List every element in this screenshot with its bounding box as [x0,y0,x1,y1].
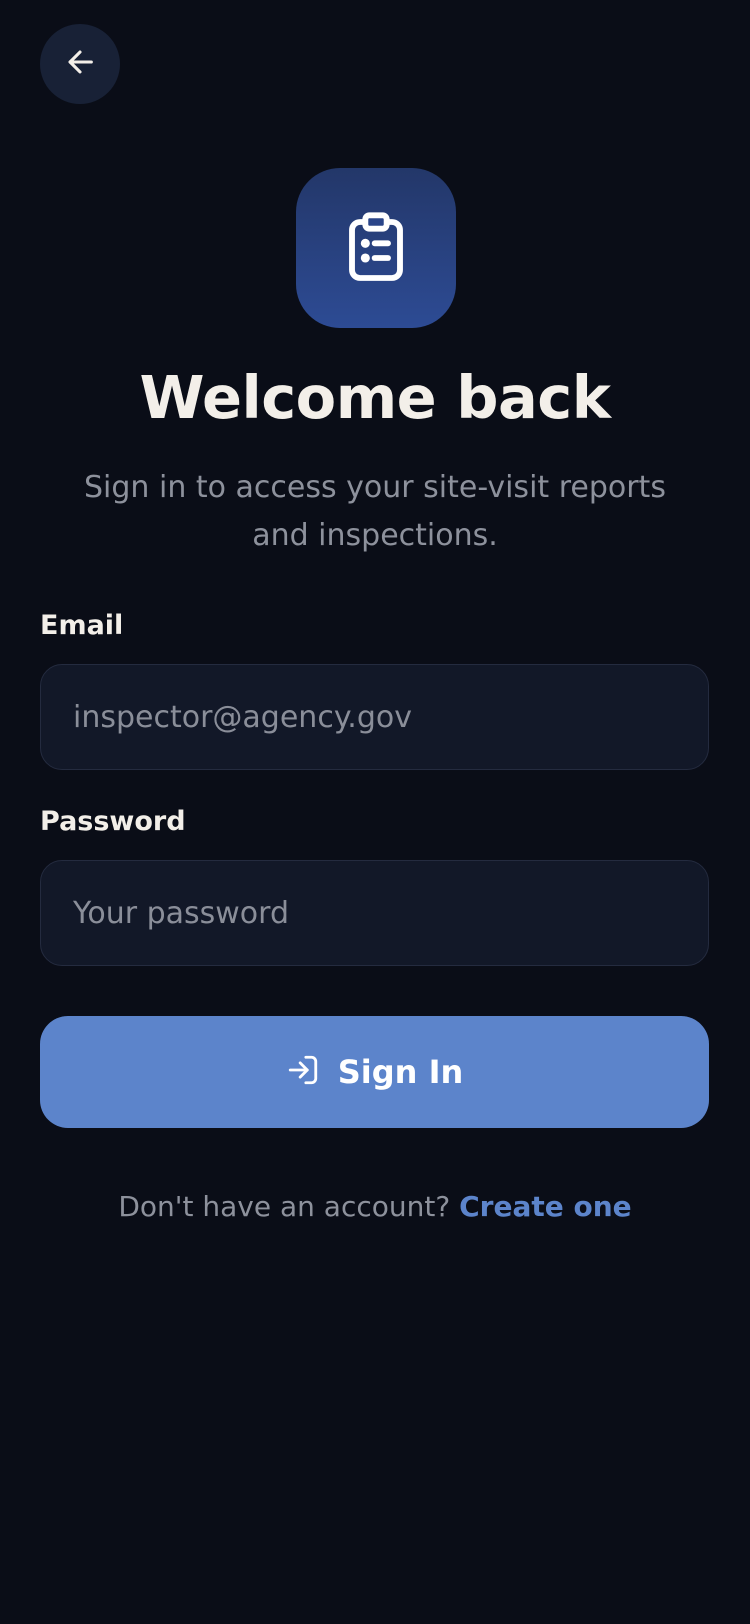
email-field[interactable] [40,664,709,770]
password-label: Password [40,806,186,837]
arrow-left-icon [63,45,97,83]
signup-prompt-text: Don't have an account? [118,1190,460,1223]
sign-in-button[interactable]: Sign In [40,1016,709,1128]
password-field[interactable] [40,860,709,966]
clipboard-list-icon [344,211,408,285]
page-title: Welcome back [139,363,611,432]
page-subtitle: Sign in to access your site-visit report… [84,470,666,553]
log-in-icon [286,1053,320,1091]
email-label: Email [40,610,124,641]
signup-prompt: Don't have an account? Create one [0,1190,750,1223]
sign-in-label: Sign In [337,1053,464,1091]
create-account-link[interactable]: Create one [459,1190,632,1223]
app-logo [296,168,456,328]
back-button[interactable] [40,24,120,104]
